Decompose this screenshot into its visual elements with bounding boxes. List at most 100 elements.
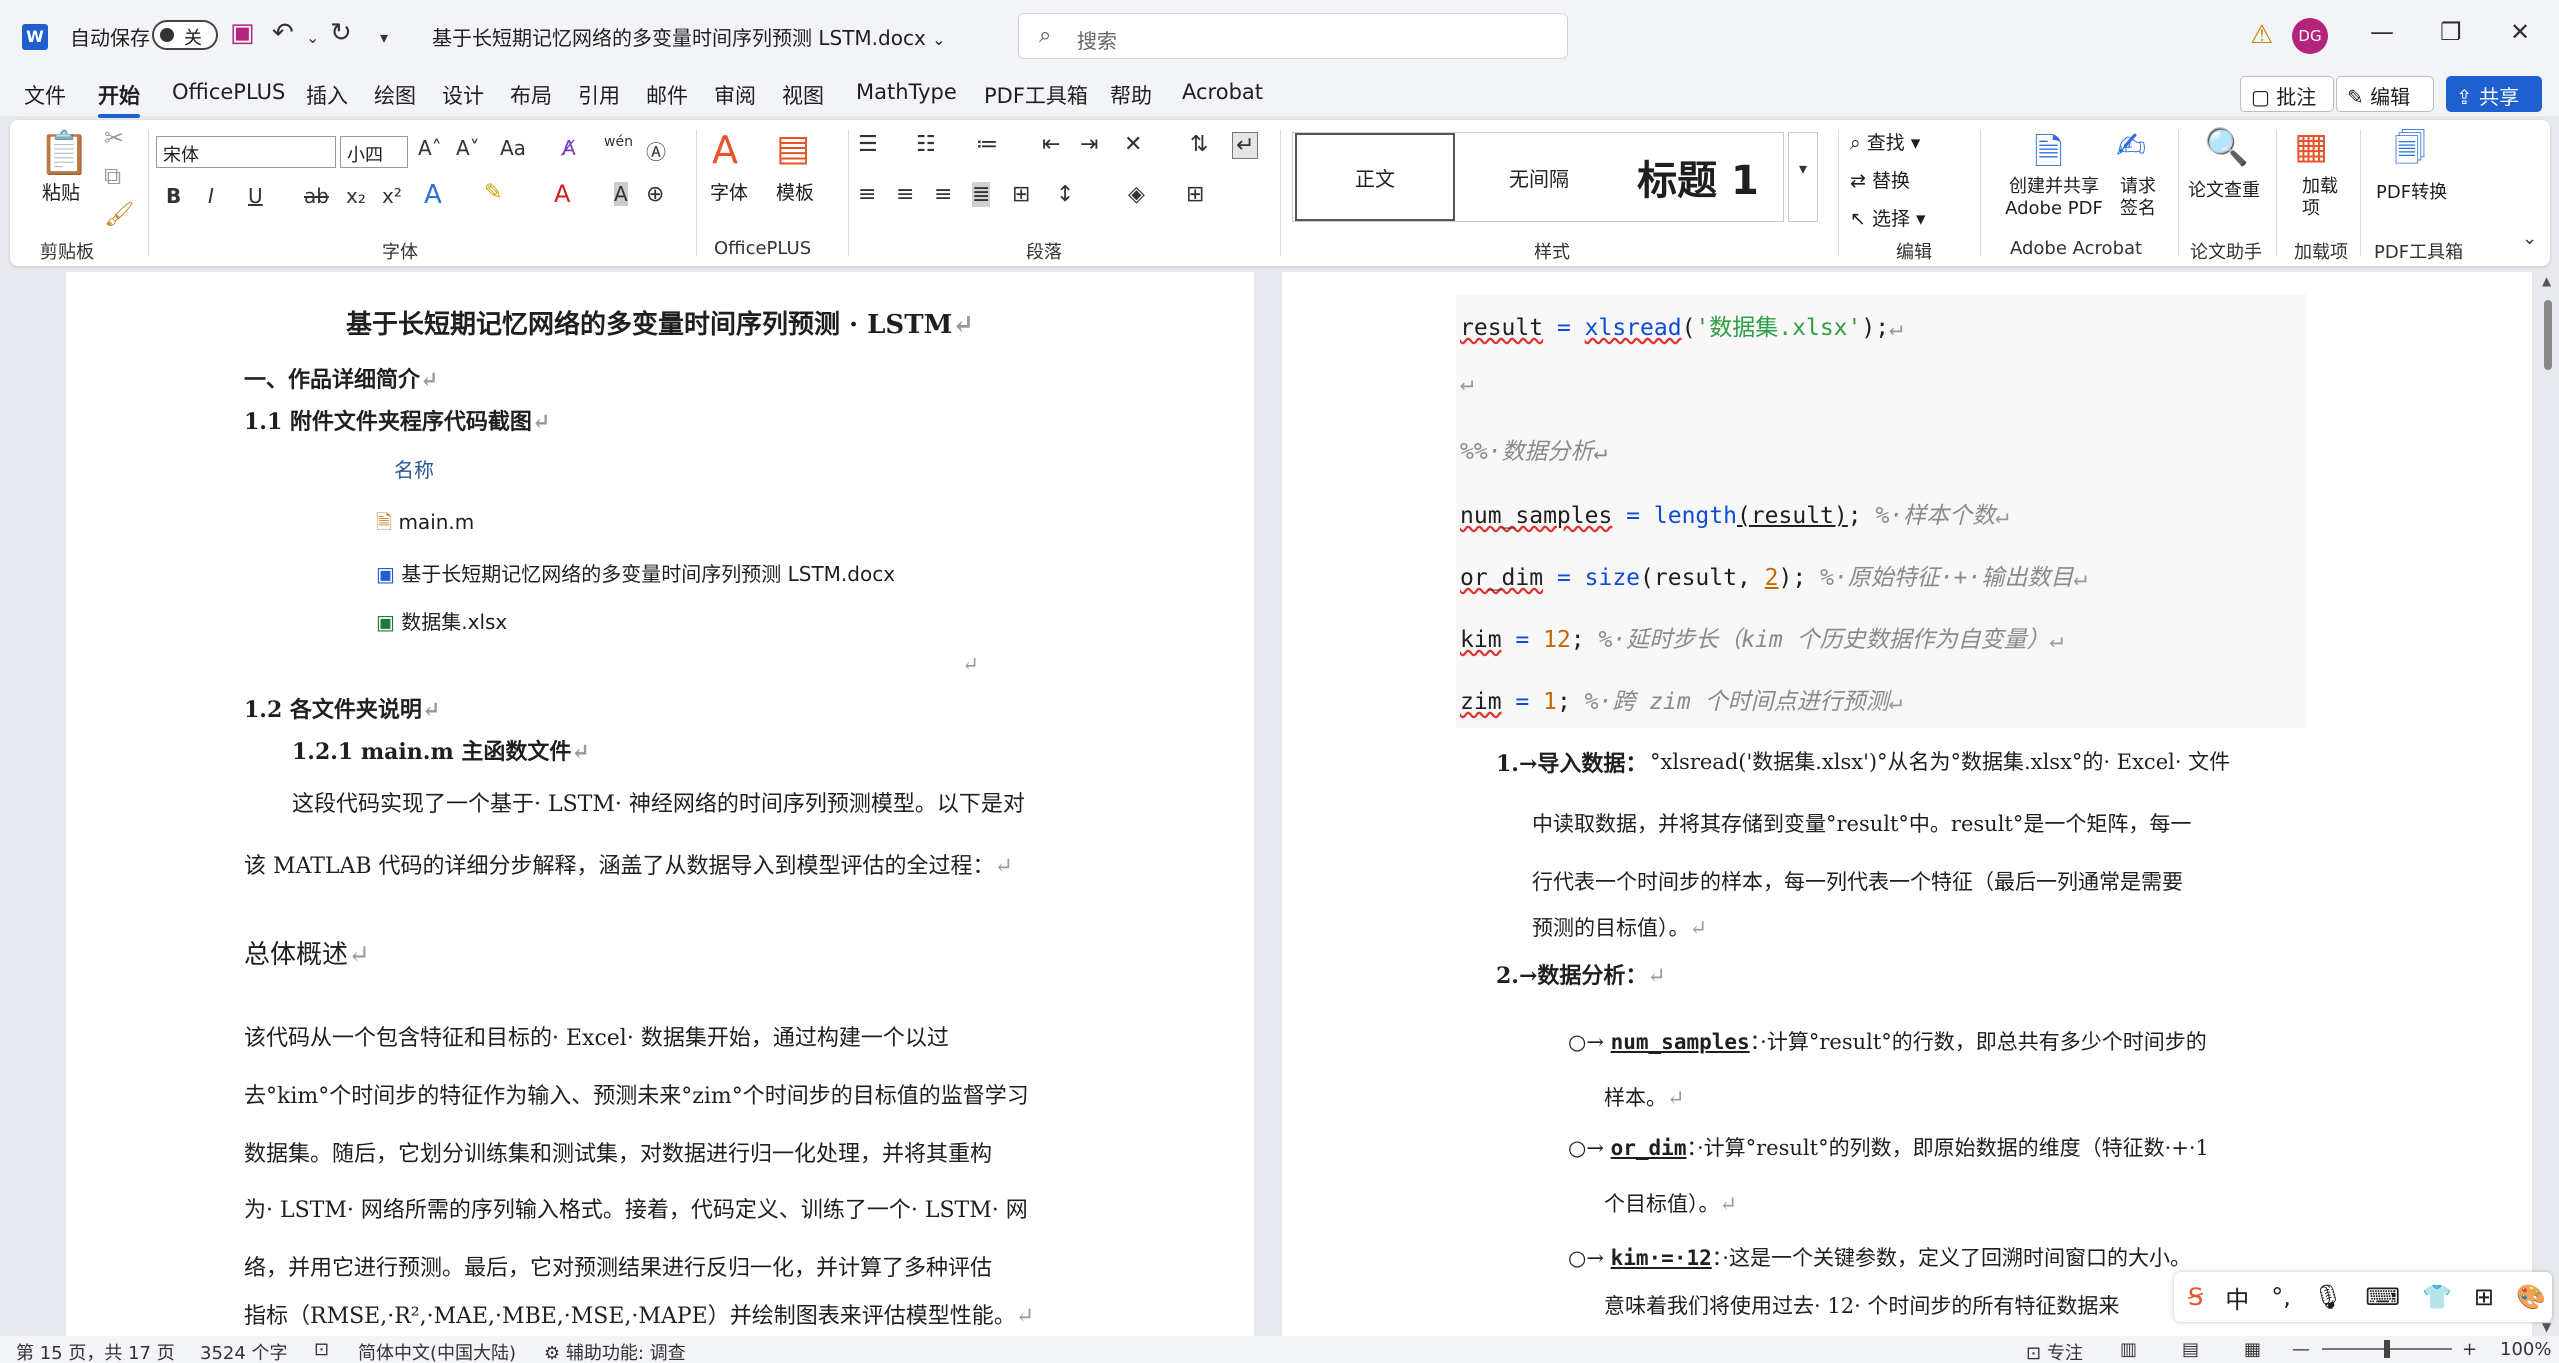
request-signature-icon[interactable]: ✍: [2116, 126, 2146, 167]
tab-design[interactable]: 设计: [442, 80, 484, 110]
ime-punctuation-icon[interactable]: °,: [2271, 1283, 2291, 1311]
pdf-convert-icon[interactable]: 🗐: [2394, 126, 2426, 180]
avatar[interactable]: DG: [2292, 18, 2328, 54]
scroll-up-icon[interactable]: ▲: [2542, 274, 2551, 288]
tab-officeplus[interactable]: OfficePLUS: [172, 80, 285, 104]
grow-font-icon[interactable]: A˄: [418, 136, 442, 160]
ime-menu-icon[interactable]: 🎨: [2516, 1283, 2546, 1311]
select-button[interactable]: ↖ 选择 ▾: [1850, 204, 1926, 231]
toolbox-icon[interactable]: ⊞: [2474, 1283, 2494, 1311]
undo-icon[interactable]: ↶: [272, 18, 294, 48]
accessibility-status[interactable]: ⚙ 辅助功能: 调查: [544, 1339, 686, 1363]
tab-view[interactable]: 视图: [782, 80, 824, 110]
tab-draw[interactable]: 绘图: [374, 80, 416, 110]
show-formatting-icon[interactable]: ↵: [1232, 132, 1259, 159]
multilevel-list-icon[interactable]: ≔: [976, 132, 998, 157]
tab-references[interactable]: 引用: [578, 80, 620, 110]
tab-help[interactable]: 帮助: [1110, 80, 1152, 110]
redo-icon[interactable]: ↻: [330, 18, 352, 48]
request-signature-label[interactable]: 请求签名: [2120, 176, 2160, 220]
zoom-slider-thumb[interactable]: [2384, 1340, 2390, 1358]
template-icon[interactable]: ▤: [776, 128, 810, 169]
align-left-icon[interactable]: ≡: [858, 182, 876, 207]
save-icon[interactable]: ▣: [230, 18, 255, 48]
share-button[interactable]: ⇪ 共享 ▾: [2446, 76, 2542, 133]
tab-mailings[interactable]: 邮件: [646, 80, 688, 110]
read-mode-icon[interactable]: ▥: [2120, 1339, 2137, 1360]
justify-icon[interactable]: ≣: [972, 182, 991, 207]
undo-dropdown-icon[interactable]: ⌄: [306, 28, 319, 47]
font-style-label[interactable]: 字体: [710, 178, 748, 205]
find-button[interactable]: ⌕ 查找 ▾: [1850, 128, 1920, 155]
skin-icon[interactable]: 👕: [2422, 1283, 2452, 1311]
restore-icon[interactable]: ❐: [2440, 18, 2462, 46]
proofing-icon[interactable]: ⊡: [314, 1339, 329, 1360]
borders-icon[interactable]: ⊞: [1186, 182, 1204, 207]
tab-home[interactable]: 开始: [98, 80, 140, 118]
decrease-indent-icon[interactable]: ⇤: [1042, 132, 1060, 157]
superscript-icon[interactable]: x²: [382, 184, 402, 208]
paste-icon[interactable]: 📋: [38, 128, 90, 178]
tab-acrobat[interactable]: Acrobat: [1182, 80, 1263, 104]
replace-button[interactable]: ⇄ 替换: [1850, 166, 1910, 193]
italic-icon[interactable]: I: [208, 184, 214, 208]
zoom-in-icon[interactable]: +: [2462, 1339, 2477, 1360]
autosave-toggle[interactable]: 关: [152, 20, 218, 50]
font-color-icon[interactable]: A: [554, 180, 570, 208]
warning-icon[interactable]: ⚠: [2250, 20, 2273, 50]
microphone-icon[interactable]: 🎙: [2313, 1283, 2343, 1311]
file-item[interactable]: ▣ 数据集.xlsx: [376, 606, 507, 635]
cut-icon[interactable]: ✂: [104, 124, 124, 152]
search-input[interactable]: ⌕ 搜索: [1018, 13, 1568, 59]
document-page-right[interactable]: result = xlsread('数据集.xlsx');↵ ↵ %%·数据分析…: [1282, 272, 2532, 1336]
addins-icon[interactable]: ▦: [2294, 126, 2328, 167]
file-item[interactable]: ▣ 基于长短期记忆网络的多变量时间序列预测 LSTM.docx: [376, 558, 895, 587]
word-count[interactable]: 3524 个字: [200, 1339, 288, 1363]
zoom-level[interactable]: 100%: [2500, 1339, 2551, 1360]
page-count[interactable]: 第 15 页，共 17 页: [16, 1339, 175, 1363]
line-spacing-icon[interactable]: ↕: [1056, 182, 1074, 207]
tab-pdf-toolbox[interactable]: PDF工具箱: [984, 80, 1088, 110]
paper-check-icon[interactable]: 🔍: [2204, 126, 2249, 168]
language-status[interactable]: 简体中文(中国大陆): [358, 1339, 516, 1363]
styles-more-icon[interactable]: ▾: [1788, 132, 1818, 222]
paper-check-label[interactable]: 论文查重: [2188, 176, 2260, 202]
numbering-icon[interactable]: ☷: [916, 132, 936, 157]
ime-logo-icon[interactable]: Ꞩ: [2188, 1283, 2203, 1311]
font-size-select[interactable]: 小四: [340, 136, 408, 168]
keyboard-icon[interactable]: ⌨: [2365, 1283, 2400, 1311]
focus-mode[interactable]: ⊡ 专注: [2026, 1339, 2083, 1363]
close-icon[interactable]: ✕: [2510, 18, 2530, 46]
bullets-icon[interactable]: ☰: [858, 132, 878, 157]
align-right-icon[interactable]: ≡: [934, 182, 952, 207]
print-layout-icon[interactable]: ▤: [2182, 1339, 2199, 1360]
increase-indent-icon[interactable]: ⇥: [1080, 132, 1098, 157]
create-pdf-label[interactable]: 创建并共享 Adobe PDF: [1994, 176, 2114, 220]
highlight-icon[interactable]: ✎: [484, 180, 502, 205]
shading-icon[interactable]: ◈: [1128, 182, 1145, 207]
character-shading-icon[interactable]: A: [614, 182, 628, 206]
style-normal[interactable]: 正文: [1295, 133, 1455, 221]
web-layout-icon[interactable]: ▦: [2244, 1339, 2261, 1360]
sort-icon[interactable]: ⇅: [1190, 132, 1208, 157]
align-center-icon[interactable]: ≡: [896, 182, 914, 207]
tab-insert[interactable]: 插入: [306, 80, 348, 110]
phonetic-guide-icon[interactable]: wén: [604, 134, 633, 150]
style-heading-1[interactable]: 标题 1: [1623, 133, 1773, 221]
document-title[interactable]: 基于长短期记忆网络的多变量时间序列预测 LSTM.docx ⌄: [432, 22, 946, 51]
tab-layout[interactable]: 布局: [510, 80, 552, 110]
scrollbar-thumb[interactable]: [2544, 300, 2552, 370]
strikethrough-icon[interactable]: ab: [304, 184, 329, 208]
file-item[interactable]: 🗎 main.m: [376, 508, 474, 542]
subscript-icon[interactable]: x₂: [346, 184, 366, 208]
zoom-out-icon[interactable]: —: [2292, 1339, 2310, 1360]
enclose-characters-icon[interactable]: ⊕: [646, 182, 664, 207]
copy-icon[interactable]: ⧉: [104, 162, 121, 190]
shrink-font-icon[interactable]: A˅: [456, 136, 480, 160]
format-painter-icon[interactable]: 🖌: [104, 200, 134, 228]
underline-icon[interactable]: U: [248, 184, 263, 208]
document-page-left[interactable]: 基于长短期记忆网络的多变量时间序列预测 · LSTM↵ 一、作品详细简介↵ 1.…: [66, 272, 1254, 1336]
comments-button[interactable]: ▢ 批注: [2240, 76, 2334, 112]
addins-label[interactable]: 加载项: [2302, 176, 2342, 220]
editing-mode-button[interactable]: ✎ 编辑 ▾: [2336, 76, 2434, 133]
